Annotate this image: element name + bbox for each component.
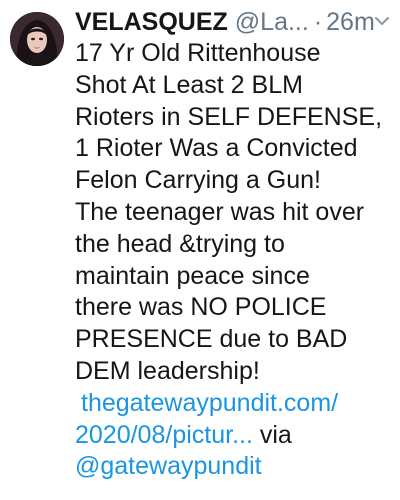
avatar[interactable] xyxy=(10,12,64,66)
tweet-text: 17 Yr Old Rittenhouse Shot At Least 2 BL… xyxy=(75,38,397,483)
separator-dot: · xyxy=(313,8,323,36)
display-name[interactable]: VELASQUEZ xyxy=(75,6,228,38)
article-link[interactable]: thegatewaypundit.com/ xyxy=(75,388,397,420)
tweet-text-line: DEM leadership! xyxy=(75,356,260,385)
tweet-text-line: Shot At Least 2 BLM xyxy=(75,70,303,99)
tweet-text-line: Rioters in SELF DEFENSE, xyxy=(75,102,383,131)
avatar-image xyxy=(10,12,64,66)
tweet-text-line: Felon Carrying a Gun! xyxy=(75,166,321,195)
link-line-2: 2020/08/pictur... via xyxy=(75,420,397,452)
handle[interactable]: @La... xyxy=(235,6,309,38)
via-text: via xyxy=(252,420,292,449)
chevron-down-icon[interactable] xyxy=(374,15,390,27)
tweet-text-line: there was NO POLICE xyxy=(75,293,327,322)
tweet-text-line: PRESENCE due to BAD xyxy=(75,325,348,354)
tweet-text-line: 17 Yr Old Rittenhouse xyxy=(75,39,321,67)
article-link-continued[interactable]: 2020/08/pictur... xyxy=(75,421,253,449)
timestamp[interactable]: 26m xyxy=(326,6,375,38)
mention-link[interactable]: @gatewaypundit xyxy=(75,451,397,483)
tweet-text-line: maintain peace since xyxy=(75,261,310,290)
tweet-text-line: 1 Rioter Was a Convicted xyxy=(75,134,358,163)
tweet-text-line: The teenager was hit over xyxy=(75,197,365,226)
tweet-header: VELASQUEZ @La... · 26m xyxy=(75,6,395,38)
tweet[interactable]: VELASQUEZ @La... · 26m 17 Yr Old Rittenh… xyxy=(0,0,400,500)
tweet-text-line: the head &trying to xyxy=(75,229,285,258)
